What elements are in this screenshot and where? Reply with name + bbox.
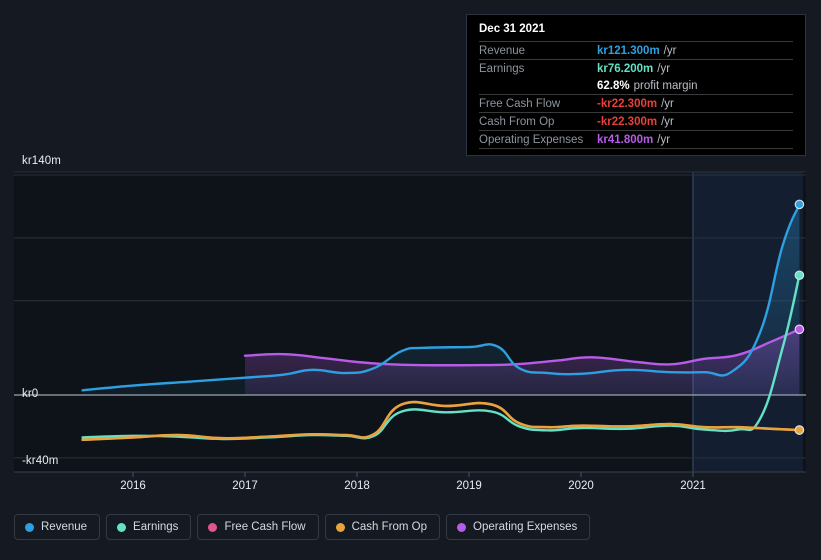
tooltip-row-value: 62.8% bbox=[597, 79, 630, 92]
x-axis-tick-2021: 2021 bbox=[680, 480, 706, 492]
x-axis-tick-2018: 2018 bbox=[344, 480, 370, 492]
legend-item-operating-expenses[interactable]: Operating Expenses bbox=[446, 514, 591, 540]
series-endpoint-marker bbox=[794, 199, 805, 210]
tooltip-row-value: kr121.300m bbox=[597, 44, 660, 57]
legend-item-earnings[interactable]: Earnings bbox=[106, 514, 192, 540]
legend-color-dot-icon bbox=[457, 522, 467, 532]
series-endpoint-marker bbox=[794, 270, 805, 281]
series-endpoint-marker bbox=[794, 425, 805, 435]
chart-tooltip: Dec 31 2021 Revenue kr121.300m/yr Earnings… bbox=[466, 14, 806, 156]
y-axis-label-top: kr140m bbox=[22, 155, 61, 167]
legend-item-label: Earnings bbox=[133, 521, 179, 533]
legend-color-dot-icon bbox=[335, 522, 345, 532]
legend-item-revenue[interactable]: Revenue bbox=[14, 514, 101, 540]
tooltip-row-unit: /yr bbox=[657, 62, 671, 75]
legend-item-label: Operating Expenses bbox=[473, 521, 578, 533]
y-axis-label-zero: kr0 bbox=[22, 388, 39, 400]
tooltip-row: Cash From Op -kr22.300m/yr bbox=[479, 112, 793, 130]
series-endpoint-marker bbox=[794, 324, 805, 335]
x-axis-tick-2019: 2019 bbox=[456, 480, 482, 492]
tooltip-row: Operating Expenses kr41.800m/yr bbox=[479, 130, 793, 148]
x-axis-tick-2017: 2017 bbox=[232, 480, 258, 492]
tooltip-row-value: kr76.200m bbox=[597, 62, 654, 75]
tooltip-row: Free Cash Flow -kr22.300m/yr bbox=[479, 94, 793, 112]
tooltip-row: Earnings kr76.200m/yr bbox=[479, 59, 793, 77]
financials-chart-page: kr140m kr0 -kr40m 2016 2017 2018 2019 2020 20… bbox=[0, 0, 821, 560]
legend-item-free-cash-flow[interactable]: Free Cash Flow bbox=[197, 514, 319, 540]
tooltip-row-subtext: profit margin bbox=[633, 79, 698, 92]
legend-item-cash-from-op[interactable]: Cash From Op bbox=[324, 514, 441, 540]
tooltip-row-value: -kr22.300m bbox=[597, 97, 658, 110]
tooltip-row-label: Cash From Op bbox=[479, 115, 555, 128]
x-axis-tick-2016: 2016 bbox=[120, 480, 146, 492]
tooltip-row-value: -kr22.300m bbox=[597, 115, 658, 128]
tooltip-title: Dec 31 2021 bbox=[479, 23, 545, 35]
tooltip-row-label: Free Cash Flow bbox=[479, 97, 561, 110]
tooltip-row-label: Revenue bbox=[479, 44, 526, 57]
x-axis-tick-2020: 2020 bbox=[568, 480, 594, 492]
tooltip-row: 62.8% profit margin bbox=[479, 77, 793, 94]
legend-item-label: Cash From Op bbox=[351, 521, 428, 533]
tooltip-row: Revenue kr121.300m/yr bbox=[479, 41, 793, 59]
legend-color-dot-icon bbox=[117, 522, 127, 532]
legend-color-dot-icon bbox=[25, 522, 34, 532]
legend-color-dot-icon bbox=[208, 522, 218, 532]
legend-item-label: Revenue bbox=[41, 521, 88, 533]
chart-legend[interactable]: Revenue Earnings Free Cash Flow Cash From O… bbox=[14, 514, 591, 540]
tooltip-row-unit: /yr bbox=[657, 133, 671, 146]
tooltip-rows: Revenue kr121.300m/yr Earnings kr76.200m/yr… bbox=[479, 41, 793, 149]
tooltip-row-label: Earnings bbox=[479, 62, 525, 75]
legend-item-label: Free Cash Flow bbox=[224, 521, 306, 533]
tooltip-row-unit: /yr bbox=[663, 44, 677, 57]
tooltip-row-unit: /yr bbox=[661, 97, 674, 110]
y-axis-label-bottom: -kr40m bbox=[22, 455, 59, 467]
tooltip-row-value: kr41.800m bbox=[597, 133, 654, 146]
tooltip-bottom-divider bbox=[479, 148, 793, 149]
tooltip-row-label: Operating Expenses bbox=[479, 133, 584, 146]
tooltip-row-unit: /yr bbox=[661, 115, 674, 128]
